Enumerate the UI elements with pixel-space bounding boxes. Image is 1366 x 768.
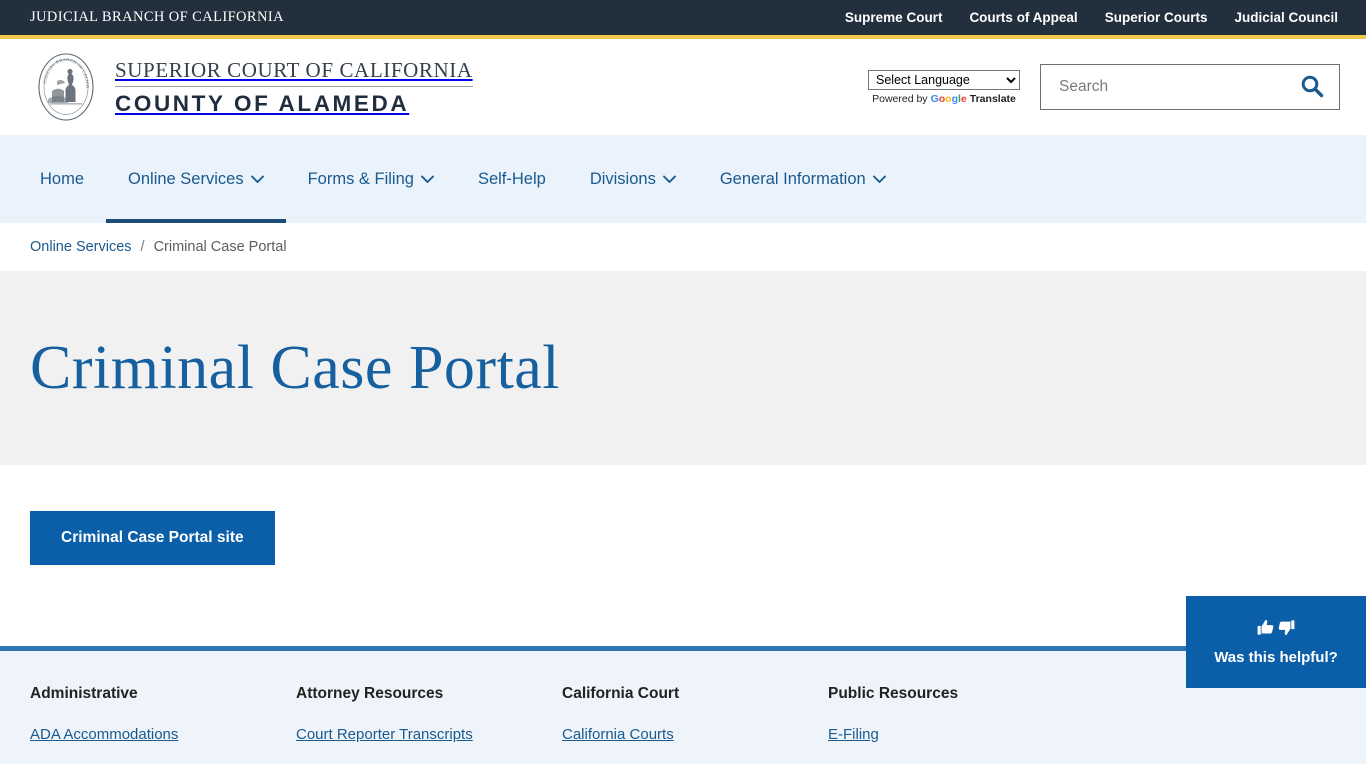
- utility-bar: JUDICIAL BRANCH OF CALIFORNIA Supreme Co…: [0, 0, 1366, 35]
- utility-link-courts-of-appeal[interactable]: Courts of Appeal: [969, 10, 1077, 25]
- footer-link-ada-accommodations[interactable]: ADA Accommodations: [30, 726, 296, 743]
- footer-column-attorney-resources: Attorney Resources Court Reporter Transc…: [296, 685, 562, 764]
- thumbs-icons: [1256, 618, 1296, 642]
- nav-item-home[interactable]: Home: [30, 135, 106, 223]
- nav-label: Online Services: [128, 170, 244, 189]
- search-input[interactable]: [1059, 78, 1299, 96]
- county-name-line: COUNTY OF ALAMEDA: [115, 87, 473, 117]
- footer-heading: California Court: [562, 685, 828, 703]
- masthead: JUDICIAL BRANCH OF CALIFORNIA SUPERIOR C…: [0, 39, 1366, 135]
- main-navigation: Home Online Services Forms & Filing Self…: [0, 135, 1366, 223]
- footer-link-e-filing[interactable]: E-Filing: [828, 726, 1094, 743]
- utility-link-judicial-council[interactable]: Judicial Council: [1234, 10, 1338, 25]
- footer-heading: Administrative: [30, 685, 296, 703]
- search-submit-button[interactable]: [1299, 73, 1325, 102]
- search-box[interactable]: [1040, 64, 1340, 110]
- language-select[interactable]: Select Language: [868, 70, 1020, 90]
- hero-banner: Criminal Case Portal: [0, 271, 1366, 465]
- breadcrumb-current-page: Criminal Case Portal: [154, 239, 287, 255]
- was-this-helpful-widget[interactable]: Was this helpful?: [1186, 596, 1366, 688]
- search-icon: [1299, 73, 1325, 102]
- powered-by-label: Powered by: [872, 93, 927, 105]
- footer-link-court-reporter-transcripts[interactable]: Court Reporter Transcripts: [296, 726, 562, 743]
- thumbs-up-icon[interactable]: [1256, 618, 1275, 642]
- breadcrumb-link-online-services[interactable]: Online Services: [30, 239, 132, 255]
- footer-column-public-resources: Public Resources E-Filing: [828, 685, 1094, 764]
- chevron-down-icon: [873, 170, 886, 189]
- powered-by-google-translate: Powered by Google Translate: [872, 93, 1016, 105]
- site-logo-link[interactable]: JUDICIAL BRANCH OF CALIFORNIA SUPERIOR C…: [30, 51, 473, 123]
- court-name-line: SUPERIOR COURT OF CALIFORNIA: [115, 57, 473, 86]
- thumbs-down-icon[interactable]: [1277, 618, 1296, 642]
- chevron-down-icon: [663, 170, 676, 189]
- nav-label: Self-Help: [478, 170, 546, 189]
- utility-nav: Supreme Court Courts of Appeal Superior …: [845, 10, 1338, 25]
- breadcrumb: Online Services / Criminal Case Portal: [0, 223, 1366, 271]
- google-logo-text: Google: [931, 93, 967, 105]
- masthead-tools: Select Language Powered by Google Transl…: [868, 64, 1340, 110]
- footer-heading: Attorney Resources: [296, 685, 562, 703]
- footer-heading: Public Resources: [828, 685, 1094, 703]
- judicial-branch-seal-icon: JUDICIAL BRANCH OF CALIFORNIA: [30, 51, 102, 123]
- chevron-down-icon: [421, 170, 434, 189]
- breadcrumb-separator: /: [141, 239, 145, 255]
- footer-column-california-court: California Court California Courts: [562, 685, 828, 764]
- nav-label: Home: [40, 170, 84, 189]
- criminal-case-portal-site-button[interactable]: Criminal Case Portal site: [30, 511, 275, 565]
- page-content: Criminal Case Portal site: [0, 465, 1366, 646]
- footer-link-california-courts[interactable]: California Courts: [562, 726, 828, 743]
- utility-link-superior-courts[interactable]: Superior Courts: [1105, 10, 1208, 25]
- site-footer: Administrative ADA Accommodations Attorn…: [0, 646, 1366, 764]
- nav-item-forms-and-filing[interactable]: Forms & Filing: [286, 135, 456, 223]
- page-title: Criminal Case Portal: [30, 333, 560, 404]
- feedback-label: Was this helpful?: [1214, 649, 1338, 666]
- google-translate-widget: Select Language Powered by Google Transl…: [868, 70, 1020, 105]
- judicial-branch-wordmark: JUDICIAL BRANCH OF CALIFORNIA: [30, 9, 284, 26]
- footer-column-administrative: Administrative ADA Accommodations: [30, 685, 296, 764]
- translate-word: Translate: [970, 93, 1016, 105]
- nav-item-general-information[interactable]: General Information: [698, 135, 908, 223]
- nav-item-divisions[interactable]: Divisions: [568, 135, 698, 223]
- utility-link-supreme-court[interactable]: Supreme Court: [845, 10, 943, 25]
- nav-label: Forms & Filing: [308, 170, 414, 189]
- chevron-down-icon: [251, 170, 264, 189]
- nav-item-online-services[interactable]: Online Services: [106, 135, 286, 223]
- nav-label: Divisions: [590, 170, 656, 189]
- nav-item-self-help[interactable]: Self-Help: [456, 135, 568, 223]
- nav-label: General Information: [720, 170, 866, 189]
